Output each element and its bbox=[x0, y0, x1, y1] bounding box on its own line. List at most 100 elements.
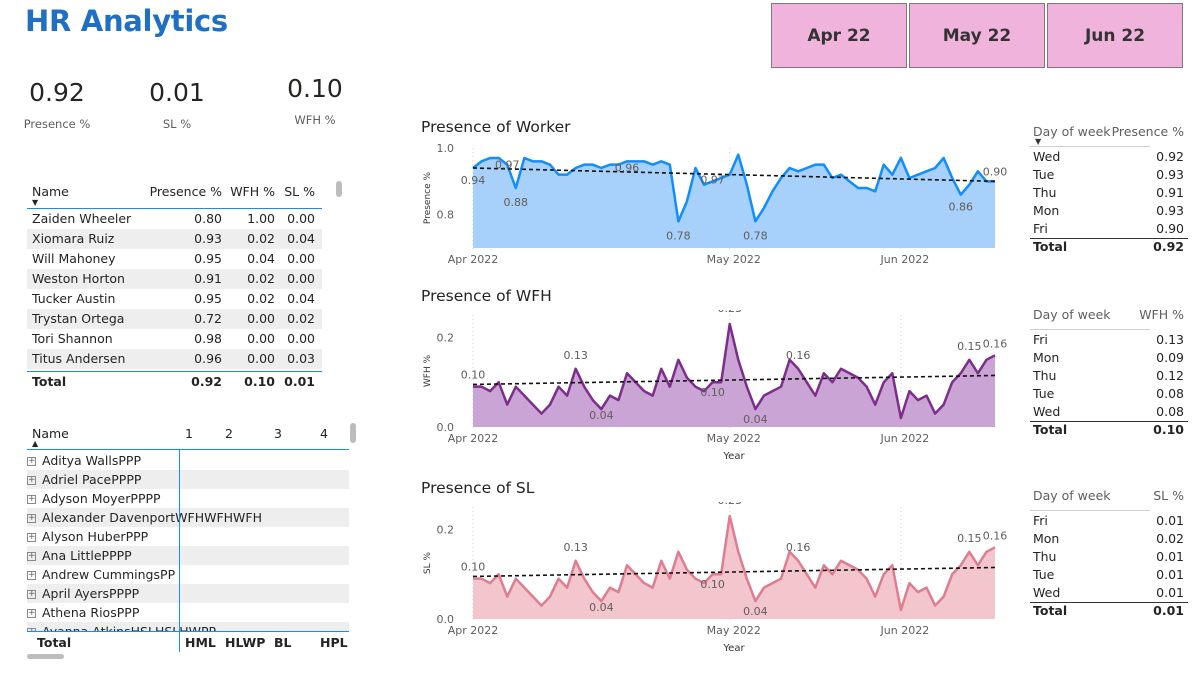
attendance-status: P bbox=[124, 605, 132, 620]
attendance-name: Alyson Huber bbox=[42, 529, 126, 544]
att-col-header-1[interactable]: 1 bbox=[185, 426, 193, 441]
wfh-value: 0.02 bbox=[247, 271, 275, 286]
list-item[interactable]: + Andrew CummingsPP bbox=[27, 565, 349, 584]
dow-total-value: 0.92 bbox=[1153, 239, 1184, 254]
att-col-header-4[interactable]: 4 bbox=[320, 426, 328, 441]
dow-presence-table: Day of week Presence % ▼ Wed 0.92 Tue 0.93 Thu 0… bbox=[1030, 122, 1190, 262]
area-fill bbox=[473, 154, 995, 248]
expand-icon[interactable]: + bbox=[27, 457, 36, 466]
expand-icon[interactable]: + bbox=[27, 571, 36, 580]
att-col-header-3[interactable]: 3 bbox=[274, 426, 282, 441]
table-row[interactable]: Tue 0.08 bbox=[1030, 385, 1188, 403]
day-value: 0.91 bbox=[1156, 185, 1184, 200]
expand-icon[interactable]: + bbox=[27, 514, 36, 523]
list-item[interactable]: + Adyson MoyerPPPP bbox=[27, 489, 349, 508]
employee-name: Zaiden Wheeler bbox=[32, 211, 132, 226]
data-label: 0.10 bbox=[700, 578, 725, 591]
list-item[interactable]: + Athena RiosPPP bbox=[27, 603, 349, 622]
table-row[interactable]: Wed 0.08 bbox=[1030, 403, 1188, 421]
col-header-sl[interactable]: SL % bbox=[279, 184, 315, 199]
attendance-status: HSL bbox=[131, 624, 155, 631]
table-row[interactable]: Fri 0.13 bbox=[1030, 331, 1188, 349]
expand-icon[interactable]: + bbox=[27, 552, 36, 561]
day-label: Tue bbox=[1033, 567, 1055, 582]
x-tick-label: Apr 2022 bbox=[448, 624, 499, 637]
table-row[interactable]: Fri 0.90 bbox=[1030, 220, 1188, 238]
table-row[interactable]: Tori Shannon 0.98 0.00 0.00 bbox=[27, 329, 322, 349]
y-axis-label: Presence % bbox=[423, 171, 433, 224]
table-row[interactable]: Mon 0.93 bbox=[1030, 202, 1188, 220]
table-row[interactable]: Wed 0.01 bbox=[1030, 584, 1188, 602]
dow-col-header-value[interactable]: WFH % bbox=[1110, 307, 1184, 322]
expand-icon[interactable]: + bbox=[27, 533, 36, 542]
sl-value: 0.00 bbox=[287, 331, 315, 346]
employee-name: Tucker Austin bbox=[32, 291, 116, 306]
attendance-status: P bbox=[160, 567, 168, 582]
month-button-apr[interactable]: Apr 22 bbox=[771, 3, 907, 68]
employee-table-scrollbar[interactable] bbox=[336, 181, 342, 197]
table-row[interactable]: Tucker Austin 0.95 0.02 0.04 bbox=[27, 289, 322, 309]
dow-col-header-value[interactable]: SL % bbox=[1110, 488, 1184, 503]
table-row[interactable]: Will Mahoney 0.95 0.04 0.00 bbox=[27, 249, 322, 269]
table-row[interactable]: Xiomara Ruiz 0.93 0.02 0.04 bbox=[27, 229, 322, 249]
list-item[interactable]: + Alyson HuberPPP bbox=[27, 527, 349, 546]
col-header-presence[interactable]: Presence % bbox=[147, 184, 222, 199]
table-row[interactable]: Tue 0.01 bbox=[1030, 566, 1188, 584]
month-button-jun[interactable]: Jun 22 bbox=[1047, 3, 1183, 68]
day-label: Mon bbox=[1033, 203, 1060, 218]
list-item[interactable]: +Ayanna AtkinsHSLHSLHWPP bbox=[27, 622, 349, 631]
attendance-status: P bbox=[124, 586, 132, 601]
wfh-chart-title: Presence of WFH bbox=[421, 287, 552, 305]
sort-up-icon[interactable]: ▲ bbox=[32, 439, 38, 448]
dow-col-header-day[interactable]: Day of week bbox=[1033, 488, 1111, 503]
attendance-name: Athena Rios bbox=[42, 605, 117, 620]
list-item[interactable]: + Ana LittlePPPP bbox=[27, 546, 349, 565]
list-item[interactable]: + April AyersPPPP bbox=[27, 584, 349, 603]
expand-icon[interactable]: + bbox=[27, 476, 36, 485]
data-label: 0.78 bbox=[743, 229, 768, 242]
dow-col-header-value[interactable]: Presence % bbox=[1110, 124, 1184, 139]
expand-icon[interactable]: + bbox=[27, 590, 36, 599]
x-tick-label: May 2022 bbox=[707, 253, 761, 266]
sort-down-icon[interactable]: ▼ bbox=[32, 198, 38, 207]
att-col-header-2[interactable]: 2 bbox=[225, 426, 233, 441]
day-value: 0.90 bbox=[1156, 221, 1184, 236]
list-item[interactable]: + Adriel PacePPPP bbox=[27, 470, 349, 489]
expand-icon[interactable]: + bbox=[27, 495, 36, 504]
table-row[interactable]: Thu 0.91 bbox=[1030, 184, 1188, 202]
sort-down-icon[interactable]: ▼ bbox=[1035, 137, 1041, 146]
data-label: 0.15 bbox=[957, 532, 982, 545]
wfh-value: 0.02 bbox=[247, 231, 275, 246]
dow-col-header-day[interactable]: Day of week bbox=[1033, 124, 1111, 139]
expand-icon[interactable]: + bbox=[27, 609, 36, 618]
dow-col-header-day[interactable]: Day of week bbox=[1033, 307, 1111, 322]
attendance-name: Alexander Davenport bbox=[42, 510, 176, 525]
col-header-wfh[interactable]: WFH % bbox=[225, 184, 275, 199]
attendance-vertical-scrollbar[interactable] bbox=[350, 423, 356, 443]
table-row[interactable]: Titus Andersen 0.96 0.00 0.03 bbox=[27, 349, 322, 369]
attendance-horizontal-scrollbar[interactable] bbox=[27, 654, 64, 659]
table-row[interactable]: Zaiden Wheeler 0.80 1.00 0.00 bbox=[27, 209, 322, 229]
data-label: 0.16 bbox=[983, 337, 1008, 350]
table-row[interactable]: Trystan Ortega 0.72 0.00 0.02 bbox=[27, 309, 322, 329]
dow-sl-table: Day of week SL % Fri 0.01 Mon 0.02 Thu 0.01 Tue 0… bbox=[1030, 486, 1190, 626]
col-header-name[interactable]: Name bbox=[32, 184, 69, 199]
month-button-may[interactable]: May 22 bbox=[909, 3, 1045, 68]
day-label: Fri bbox=[1033, 221, 1048, 236]
table-row[interactable]: Fri 0.01 bbox=[1030, 512, 1188, 530]
table-row[interactable]: Thu 0.12 bbox=[1030, 367, 1188, 385]
day-label: Wed bbox=[1033, 404, 1061, 419]
attendance-name: Andrew Cummings bbox=[42, 567, 161, 582]
table-row[interactable]: Weston Horton 0.91 0.02 0.00 bbox=[27, 269, 322, 289]
list-item[interactable]: + Alexander DavenportWFHWFHWFH bbox=[27, 508, 349, 527]
dow-total-value: 0.10 bbox=[1153, 422, 1184, 437]
table-row[interactable]: Wed 0.92 bbox=[1030, 148, 1188, 166]
kpi-presence-value: 0.92 bbox=[29, 78, 85, 107]
sl-value: 0.04 bbox=[287, 291, 315, 306]
table-row[interactable]: Mon 0.02 bbox=[1030, 530, 1188, 548]
table-row[interactable]: Thu 0.01 bbox=[1030, 548, 1188, 566]
list-item[interactable]: + Aditya WallsPPP bbox=[27, 451, 349, 470]
table-row[interactable]: Tue 0.93 bbox=[1030, 166, 1188, 184]
table-row[interactable]: Mon 0.09 bbox=[1030, 349, 1188, 367]
day-label: Mon bbox=[1033, 350, 1060, 365]
